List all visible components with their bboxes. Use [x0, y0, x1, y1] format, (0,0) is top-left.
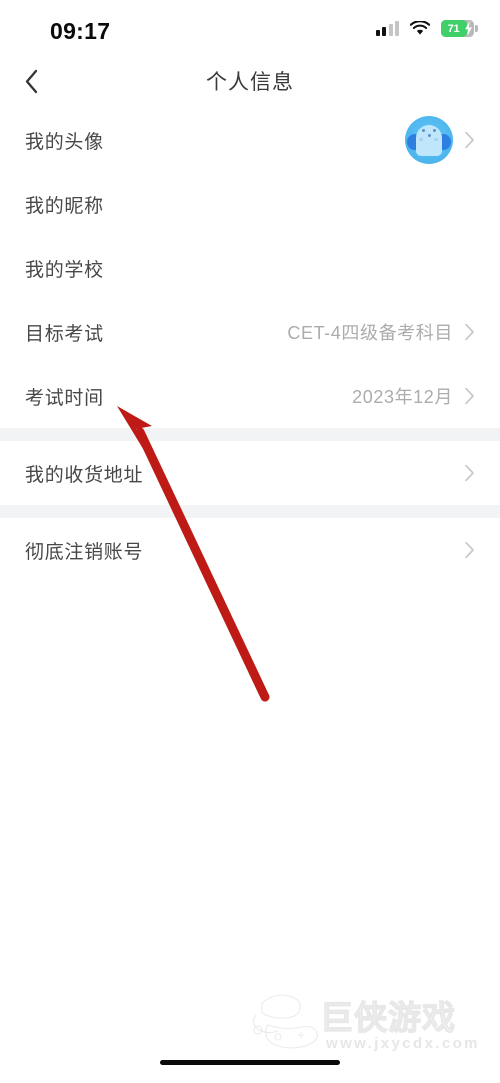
wifi-icon	[409, 20, 431, 36]
list-item-value: CET-4四级备考科目	[287, 323, 453, 343]
battery-icon: 71	[441, 20, 478, 37]
list-item-delete-account[interactable]: 彻底注销账号	[0, 518, 500, 582]
list-item-target-exam[interactable]: 目标考试 CET-4四级备考科目	[0, 300, 500, 364]
charging-bolt-icon	[465, 21, 472, 36]
chevron-right-icon	[465, 464, 474, 482]
list-item-value: 2023年12月	[352, 387, 453, 407]
section-divider	[0, 428, 500, 441]
avatar[interactable]	[405, 116, 453, 164]
settings-group-address: 我的收货地址	[0, 441, 500, 505]
list-item-accessory	[464, 518, 475, 582]
status-bar-clock: 09:17	[50, 18, 111, 44]
list-item-avatar[interactable]: 我的头像	[0, 108, 500, 172]
watermark: 巨侠游戏 www.jxycdx.com	[242, 985, 492, 1063]
settings-list: 我的头像 我的昵称 我的学校 目标考试 CET-4四级备考科目 考试时间 202…	[0, 108, 500, 582]
list-item-accessory	[405, 108, 475, 172]
page-title: 个人信息	[206, 71, 294, 94]
list-item-exam-date[interactable]: 考试时间 2023年12月	[0, 364, 500, 428]
status-bar: 09:17 71	[0, 0, 500, 56]
phone-screen: 09:17 71 个人信息 我的头像 我的昵称 我的学校 目标考试 CET-4四…	[0, 0, 500, 1083]
list-item-label: 我的昵称	[25, 195, 104, 217]
chevron-right-icon	[465, 541, 474, 559]
list-item-shipping-address[interactable]: 我的收货地址	[0, 441, 500, 505]
watermark-title: 巨侠游戏	[319, 998, 456, 1036]
list-item-school[interactable]: 我的学校	[0, 236, 500, 300]
list-item-label: 我的收货地址	[25, 464, 144, 486]
list-item-accessory: CET-4四级备考科目	[287, 300, 475, 364]
list-item-accessory: 2023年12月	[352, 364, 475, 428]
section-divider	[0, 505, 500, 518]
navigation-bar: 个人信息	[0, 56, 500, 106]
list-item-label: 考试时间	[25, 387, 104, 409]
chevron-right-icon	[465, 323, 474, 341]
list-item-label: 我的学校	[25, 259, 104, 281]
list-item-label: 我的头像	[25, 131, 104, 153]
home-indicator[interactable]	[160, 1060, 340, 1065]
list-item-nickname[interactable]: 我的昵称	[0, 172, 500, 236]
list-item-label: 彻底注销账号	[25, 541, 144, 563]
chevron-right-icon	[465, 131, 474, 149]
status-bar-indicators: 71	[375, 20, 478, 37]
settings-group-profile: 我的头像 我的昵称 我的学校 目标考试 CET-4四级备考科目 考试时间 202…	[0, 108, 500, 428]
cellular-signal-icon	[375, 21, 399, 36]
list-item-accessory	[464, 441, 475, 505]
settings-group-account: 彻底注销账号	[0, 518, 500, 582]
chevron-right-icon	[465, 387, 474, 405]
watermark-url: www.jxycdx.com	[326, 1035, 480, 1052]
list-item-label: 目标考试	[25, 323, 104, 345]
battery-level-text: 71	[447, 22, 460, 35]
